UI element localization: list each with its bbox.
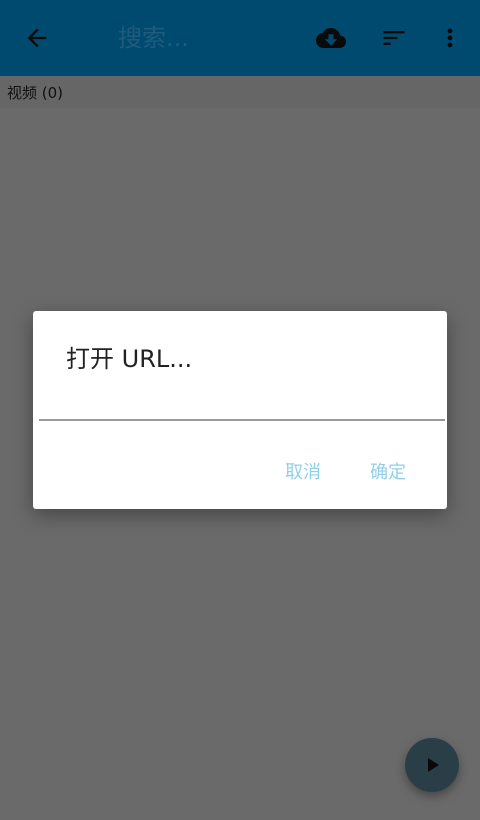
section-header: [0, 76, 480, 108]
ok-button[interactable]: 确定: [358, 451, 418, 491]
dialog-title: 打开 URL...: [66, 345, 193, 373]
play-button[interactable]: [405, 738, 459, 792]
cloud-download-button[interactable]: [307, 14, 355, 62]
cloud-download-icon: [316, 28, 346, 48]
sort-icon: [383, 31, 405, 45]
search-input[interactable]: [110, 18, 316, 58]
url-input[interactable]: [39, 383, 445, 421]
app-bar: [0, 0, 480, 76]
more-vert-icon: [447, 28, 453, 48]
more-options-button[interactable]: [426, 14, 474, 62]
arrow-back-icon: [27, 28, 47, 48]
section-label: 视频 (0): [7, 84, 64, 102]
sort-button[interactable]: [370, 14, 418, 62]
back-button[interactable]: [13, 14, 61, 62]
play-icon: [428, 758, 439, 772]
open-url-dialog: 打开 URL... 取消 确定: [33, 311, 447, 509]
cancel-button[interactable]: 取消: [273, 451, 333, 491]
